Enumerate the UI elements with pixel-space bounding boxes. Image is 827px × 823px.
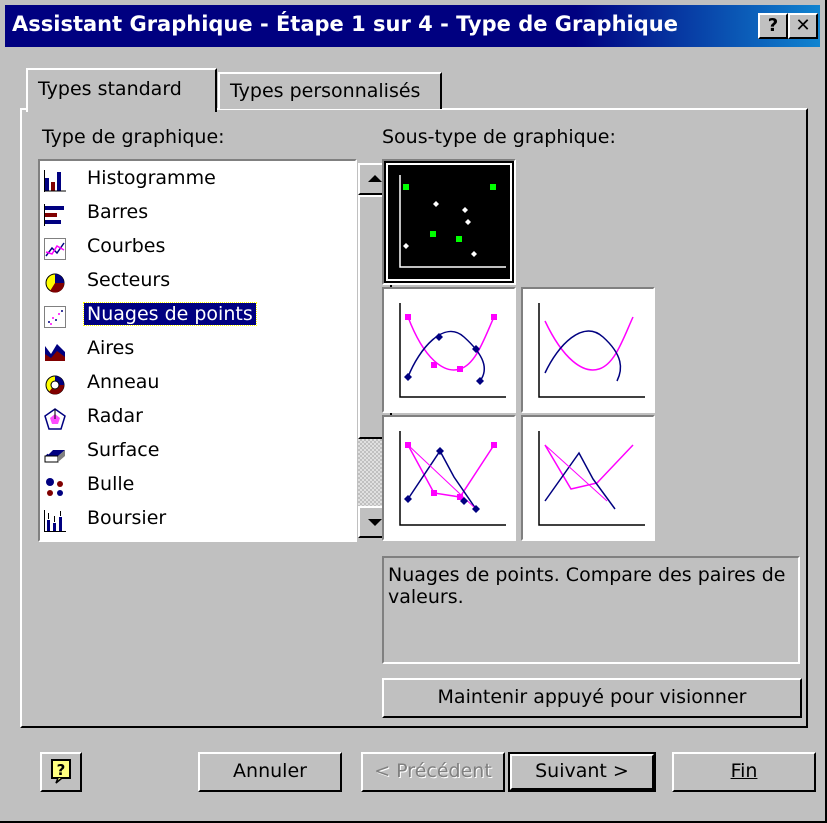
column-chart-icon: [44, 170, 66, 192]
subtype-tile-smooth-lines-markers[interactable]: [382, 287, 516, 413]
subtype-tile-scatter-markers[interactable]: [382, 159, 516, 285]
office-assistant-button[interactable]: ?: [40, 752, 82, 792]
tab-label: Types personnalisés: [230, 80, 421, 102]
close-button[interactable]: ✕: [788, 13, 818, 39]
bubble-chart-icon: [46, 478, 63, 496]
chart-description: Nuages de points. Compare des paires de …: [382, 556, 800, 664]
description-text: Nuages de points. Compare des paires de …: [388, 564, 786, 608]
list-item-radar[interactable]: Radar: [42, 402, 322, 434]
finish-button[interactable]: Fin: [672, 752, 816, 792]
next-button[interactable]: Suivant >: [508, 752, 656, 792]
tab-label: Types standard: [38, 78, 182, 100]
chart-type-list[interactable]: Histogramme Barres Courbes Secteurs Nuag…: [38, 159, 392, 542]
tab-types-standard[interactable]: Types standard: [26, 68, 217, 112]
title-bar[interactable]: Assistant Graphique - Étape 1 sur 4 - Ty…: [5, 5, 820, 47]
list-item-nuages-de-points[interactable]: Nuages de points: [42, 300, 322, 332]
line-chart-icon: [44, 238, 66, 260]
stock-chart-icon: [44, 510, 66, 532]
scatter-markers-only-icon: [386, 163, 512, 281]
list-item-courbes[interactable]: Courbes: [42, 232, 322, 264]
subtype-label: Sous-type de graphique:: [382, 126, 616, 148]
scatter-chart-icon: [44, 306, 66, 328]
list-item-boursier[interactable]: Boursier: [42, 504, 322, 536]
svg-text:?: ?: [57, 761, 66, 779]
list-item-anneau[interactable]: Anneau: [42, 368, 322, 400]
list-item-secteurs[interactable]: Secteurs: [42, 266, 322, 298]
scatter-lines-markers-icon: [399, 431, 506, 526]
list-item-barres[interactable]: Barres: [42, 198, 322, 230]
subtype-tile-lines[interactable]: [521, 415, 655, 541]
area-chart-icon: [45, 344, 65, 361]
tab-types-personnalises[interactable]: Types personnalisés: [218, 72, 442, 109]
doughnut-chart-icon: [45, 375, 65, 395]
list-item-bulle[interactable]: Bulle: [42, 470, 322, 502]
radar-chart-icon: [44, 408, 66, 430]
window-title: Assistant Graphique - Étape 1 sur 4 - Ty…: [12, 12, 678, 36]
bar-chart-icon: [44, 204, 64, 226]
chart-type-label: Type de graphique:: [42, 126, 225, 148]
surface-chart-icon: [44, 447, 65, 463]
cancel-button[interactable]: Annuler: [198, 752, 342, 792]
preview-button[interactable]: Maintenir appuyé pour visionner: [382, 678, 802, 718]
scatter-smoothed-lines-markers-icon: [399, 303, 506, 398]
help-button[interactable]: ?: [758, 13, 788, 39]
close-icon: ✕: [795, 15, 811, 36]
pie-chart-icon: [45, 273, 65, 293]
list-item-histogramme[interactable]: Histogramme: [42, 164, 322, 196]
list-item-aires[interactable]: Aires: [42, 334, 322, 366]
subtype-tile-smooth-lines[interactable]: [521, 287, 655, 413]
scatter-lines-icon: [538, 431, 645, 526]
question-icon: ?: [767, 15, 779, 36]
previous-button[interactable]: < Précédent: [361, 752, 505, 792]
scatter-smoothed-lines-icon: [538, 303, 645, 398]
subtype-tile-lines-markers[interactable]: [382, 415, 516, 541]
chart-wizard-dialog: Assistant Graphique - Étape 1 sur 4 - Ty…: [0, 0, 827, 823]
help-assistant-icon: ?: [51, 759, 71, 784]
list-item-surface[interactable]: Surface: [42, 436, 322, 468]
